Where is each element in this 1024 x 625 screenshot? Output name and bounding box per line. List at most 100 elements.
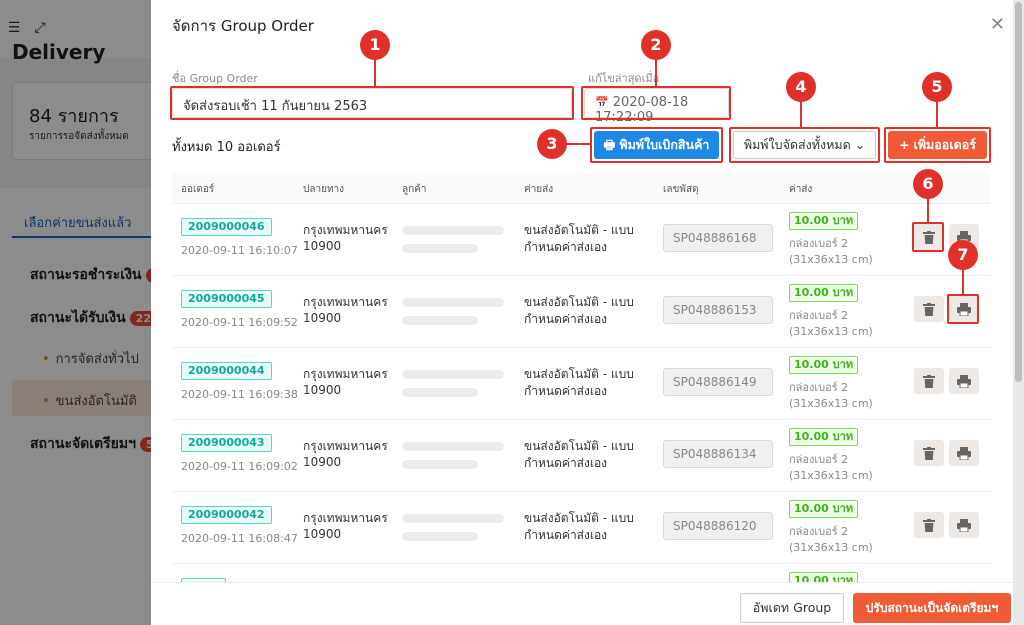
- order-id-link[interactable]: 2009000043: [181, 434, 272, 452]
- box-info: กล่องเบอร์ 2 (31x36x13 cm): [789, 237, 873, 266]
- order-time: 2020-09-11 16:09:02: [181, 460, 298, 473]
- group-name-label: ชื่อ Group Order: [172, 72, 258, 85]
- annotation-marker-2: 2: [641, 30, 671, 60]
- carrier: ขนส่งอัตโนมัติ - แบบ กำหนดค่าส่งเอง: [524, 367, 634, 398]
- customer-placeholder: [402, 316, 478, 325]
- column-carrier: ค่ายส่ง: [524, 184, 554, 195]
- table-row: 2009000042 2020-09-11 16:08:47 กรุงเทพมห…: [172, 492, 990, 564]
- marker-connector: [800, 100, 802, 127]
- order-id-link[interactable]: 2009000046: [181, 218, 272, 236]
- delete-button[interactable]: [914, 224, 944, 250]
- price-tag: 10.00 บาท: [789, 212, 859, 230]
- orders-table-header: ออเดอร์ ปลายทาง ลูกค้า ค่ายส่ง เลขพัสดุ …: [172, 172, 990, 204]
- column-customer: ลูกค้า: [402, 184, 427, 195]
- column-destination: ปลายทาง: [303, 184, 345, 195]
- carrier: ขนส่งอัตโนมัติ - แบบ กำหนดค่าส่งเอง: [524, 439, 634, 470]
- customer-placeholder: [402, 388, 478, 397]
- column-shipping-fee: ค่าส่ง: [789, 184, 813, 195]
- order-id-link[interactable]: 2009000044: [181, 362, 272, 380]
- trash-icon: [923, 231, 935, 244]
- price-tag: 10.00 บาท: [789, 356, 859, 374]
- customer-placeholder: [402, 442, 504, 451]
- table-row: 2009000043 2020-09-11 16:09:02 กรุงเทพมห…: [172, 420, 990, 492]
- trash-icon: [923, 519, 935, 532]
- marker-connector: [962, 268, 964, 294]
- customer-placeholder: [402, 514, 504, 523]
- print-button[interactable]: [949, 296, 979, 322]
- last-edited-label: แก้ไขล่าสุดเมื่อ: [588, 72, 660, 85]
- box-info: กล่องเบอร์ 2 (31x36x13 cm): [789, 453, 873, 482]
- plus-icon: +: [899, 137, 910, 152]
- column-order: ออเดอร์: [181, 184, 215, 195]
- delete-button[interactable]: [914, 512, 944, 538]
- customer-placeholder: [402, 460, 478, 469]
- order-id-link[interactable]: 2009000042: [181, 506, 272, 524]
- delete-button[interactable]: [914, 440, 944, 466]
- column-tracking: เลขพัสดุ: [663, 184, 699, 195]
- table-row: 2009000045 2020-09-11 16:09:52 กรุงเทพมห…: [172, 276, 990, 348]
- delete-button[interactable]: [914, 296, 944, 322]
- tracking-field: SP048886149: [663, 368, 773, 396]
- destination: กรุงเทพมหานคร 10900: [303, 223, 388, 253]
- group-order-modal: จัดการ Group Order ✕ ชื่อ Group Order จั…: [151, 0, 1013, 625]
- print-button[interactable]: [949, 440, 979, 466]
- price-tag: 10.00 บาท: [789, 284, 859, 302]
- modal-title: จัดการ Group Order: [172, 17, 314, 35]
- annotation-marker-5: 5: [922, 72, 952, 102]
- customer-placeholder: [402, 370, 504, 379]
- customer-placeholder: [402, 532, 478, 541]
- box-info: กล่องเบอร์ 2 (31x36x13 cm): [789, 309, 873, 338]
- table-row: 10.00 บาท: [172, 564, 990, 584]
- table-row: 2009000046 2020-09-11 16:10:07 กรุงเทพมห…: [172, 204, 990, 276]
- order-id-link[interactable]: 2009000045: [181, 290, 272, 308]
- marker-connector: [566, 143, 590, 145]
- tracking-field: SP048886120: [663, 512, 773, 540]
- chevron-down-icon: ⌄: [854, 137, 866, 152]
- delete-button[interactable]: [914, 368, 944, 394]
- marker-connector: [927, 197, 929, 222]
- scroll-thumb[interactable]: [1015, 2, 1022, 382]
- annotation-marker-1: 1: [360, 30, 390, 60]
- customer-placeholder: [402, 244, 478, 253]
- carrier: ขนส่งอัตโนมัติ - แบบ กำหนดค่าส่งเอง: [524, 511, 634, 542]
- carrier: ขนส่งอัตโนมัติ - แบบ กำหนดค่าส่งเอง: [524, 295, 634, 326]
- trash-icon: [923, 303, 935, 316]
- annotation-marker-6: 6: [913, 169, 943, 199]
- destination: กรุงเทพมหานคร 10900: [303, 367, 388, 397]
- update-group-button[interactable]: อัพเดท Group: [740, 593, 844, 623]
- scrollbar[interactable]: [1013, 0, 1024, 625]
- tracking-field: SP048886153: [663, 296, 773, 324]
- close-icon[interactable]: ✕: [990, 16, 1005, 34]
- annotation-marker-7: 7: [948, 240, 978, 270]
- annotation-marker-4: 4: [786, 72, 816, 102]
- total-orders-text: ทั้งหมด 10 ออเดอร์: [172, 140, 281, 155]
- set-preparing-button[interactable]: ปรับสถานะเป็นจัดเตรียมฯ: [853, 593, 1011, 623]
- order-time: 2020-09-11 16:09:38: [181, 388, 298, 401]
- printer-icon: [957, 519, 971, 533]
- customer-placeholder: [402, 226, 504, 235]
- destination: กรุงเทพมหานคร 10900: [303, 295, 388, 325]
- trash-icon: [923, 447, 935, 460]
- trash-icon: [923, 375, 935, 388]
- modal-footer: อัพเดท Group ปรับสถานะเป็นจัดเตรียมฯ: [151, 582, 1013, 625]
- order-time: 2020-09-11 16:10:07: [181, 244, 298, 257]
- annotation-marker-3: 3: [537, 129, 567, 159]
- box-info: กล่องเบอร์ 2 (31x36x13 cm): [789, 525, 873, 554]
- printer-icon: [957, 303, 971, 317]
- price-tag: 10.00 บาท: [789, 500, 859, 518]
- printer-icon: [957, 375, 971, 389]
- add-order-button[interactable]: + เพิ่มออเดอร์: [888, 131, 987, 159]
- printer-icon: [957, 447, 971, 461]
- group-name-input[interactable]: จัดส่งรอบเช้า 11 กันยายน 2563: [172, 88, 572, 118]
- destination: กรุงเทพมหานคร 10900: [303, 511, 388, 541]
- table-row: 2009000044 2020-09-11 16:09:38 กรุงเทพมห…: [172, 348, 990, 420]
- tracking-field: SP048886168: [663, 224, 773, 252]
- print-all-shipping-button[interactable]: พิมพ์ใบจัดส่งทั้งหมด ⌄: [733, 131, 876, 159]
- print-button[interactable]: [949, 512, 979, 538]
- box-info: กล่องเบอร์ 2 (31x36x13 cm): [789, 381, 873, 410]
- destination: กรุงเทพมหานคร 10900: [303, 439, 388, 469]
- print-button[interactable]: [949, 368, 979, 394]
- print-pick-list-button[interactable]: 🖶 พิมพ์ใบเบิกสินค้า: [594, 131, 719, 159]
- customer-placeholder: [402, 298, 504, 307]
- carrier: ขนส่งอัตโนมัติ - แบบ กำหนดค่าส่งเอง: [524, 223, 634, 254]
